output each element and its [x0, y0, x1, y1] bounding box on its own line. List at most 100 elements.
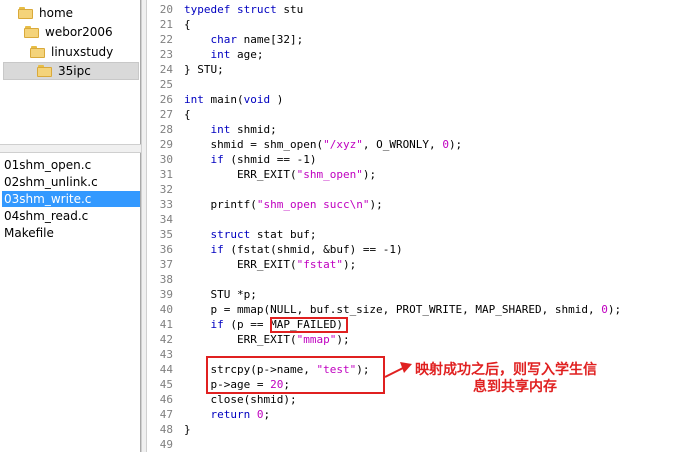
code-text: STU *p; [184, 288, 257, 301]
line-number: 26 [159, 93, 173, 106]
line-number: 24 [159, 63, 173, 76]
file-list-panel: 01shm_open.c 02shm_unlink.c 03shm_write.… [0, 153, 141, 452]
line-number: 28 [159, 123, 173, 136]
code-text: printf("shm_open succ\n"); [184, 198, 383, 211]
folder-label: home [39, 6, 74, 20]
code-line: 47 return 0; [147, 407, 694, 422]
folder-icon [30, 46, 45, 58]
highlight-box-map-failed [270, 317, 348, 333]
code-line: 42 ERR_EXIT("mmap"); [147, 332, 694, 347]
code-text: if (shmid == -1) [210, 153, 317, 166]
code-line: 31 ERR_EXIT("shm_open"); [147, 167, 694, 182]
code-line: 28 int shmid; [147, 122, 694, 137]
line-number: 46 [159, 393, 173, 406]
line-number: 21 [159, 18, 173, 31]
code-line: 29 shmid = shm_open("/xyz", O_WRONLY, 0)… [147, 137, 694, 152]
line-number: 32 [159, 183, 173, 196]
code-line: 38 [147, 272, 694, 287]
code-text: ERR_EXIT("mmap"); [184, 333, 350, 346]
code-text: typedef struct stu [184, 3, 304, 16]
code-line: 41 if (p == MAP_FAILED) [147, 317, 694, 332]
line-number: 30 [159, 153, 173, 166]
highlight-box-strcpy [206, 356, 385, 394]
code-line: 40 p = mmap(NULL, buf.st_size, PROT_WRIT… [147, 302, 694, 317]
folder-icon [37, 65, 52, 77]
code-line: 48} [147, 422, 694, 437]
annotation-callout: 映射成功之后，则写入学生信 息到共享内存 [415, 362, 645, 396]
code-text: shmid = shm_open("/xyz", O_WRONLY, 0); [184, 138, 463, 151]
folder-label: 35ipc [58, 64, 91, 78]
line-number: 43 [159, 348, 173, 361]
file-item[interactable]: 01shm_open.c [2, 157, 140, 173]
code-line: 21 { [147, 17, 694, 32]
line-number: 41 [159, 318, 173, 331]
file-item[interactable]: Makefile [2, 225, 140, 241]
folder-tree-item-35ipc[interactable]: 35ipc [3, 62, 139, 80]
line-number: 42 [159, 333, 173, 346]
folder-tree-item-home[interactable]: home [18, 4, 73, 22]
line-number: 22 [159, 33, 173, 46]
line-number: 31 [159, 168, 173, 181]
code-line: 37 ERR_EXIT("fstat"); [147, 257, 694, 272]
line-number: 47 [159, 408, 173, 421]
code-line: 25 [147, 77, 694, 92]
code-line: 32 [147, 182, 694, 197]
folder-tree-item-linuxstudy[interactable]: linuxstudy [30, 43, 113, 61]
code-line: 34 [147, 212, 694, 227]
folder-label: linuxstudy [51, 45, 114, 59]
line-number: 36 [159, 243, 173, 256]
code-line: 35 struct stat buf; [147, 227, 694, 242]
code-text: int shmid; [210, 123, 277, 136]
code-text: ERR_EXIT("shm_open"); [184, 168, 377, 181]
line-number: 34 [159, 213, 173, 226]
code-line: 36 if (fstat(shmid, &buf) == -1) [147, 242, 694, 257]
line-number: 45 [159, 378, 173, 391]
folder-icon [18, 7, 33, 19]
code-line: 33 printf("shm_open succ\n"); [147, 197, 694, 212]
code-text: int age; [210, 48, 264, 61]
code-text: if (fstat(shmid, &buf) == -1) [210, 243, 403, 256]
line-number: 39 [159, 288, 173, 301]
code-text: } STU; [184, 63, 224, 76]
folder-icon [24, 26, 39, 38]
line-number: 35 [159, 228, 173, 241]
code-text: p = mmap(NULL, buf.st_size, PROT_WRITE, … [184, 303, 622, 316]
file-item-selected[interactable]: 03shm_write.c [2, 191, 140, 207]
code-text: } [184, 423, 191, 436]
line-number: 37 [159, 258, 173, 271]
code-line: 49 [147, 437, 694, 452]
line-number: 25 [159, 78, 173, 91]
line-number: 33 [159, 198, 173, 211]
line-number: 27 [159, 108, 173, 121]
code-line: 27 { [147, 107, 694, 122]
line-number: 40 [159, 303, 173, 316]
panel-splitter-horizontal[interactable] [0, 144, 145, 153]
folder-tree-item-webor2006[interactable]: webor2006 [24, 23, 113, 41]
code-text: close(shmid); [184, 393, 297, 406]
file-item[interactable]: 02shm_unlink.c [2, 174, 140, 190]
code-line: 20 typedef struct stu [147, 2, 694, 17]
code-text: { [184, 108, 191, 121]
code-line: 39 STU *p; [147, 287, 694, 302]
code-text: struct stat buf; [210, 228, 317, 241]
line-number: 49 [159, 438, 173, 451]
code-line: 26 int main(void ) [147, 92, 694, 107]
code-line: 22 char name[32]; [147, 32, 694, 47]
line-number: 38 [159, 273, 173, 286]
code-text: char name[32]; [210, 33, 304, 46]
annotation-line-1: 映射成功之后，则写入学生信 [415, 362, 597, 378]
code-line: 30 if (shmid == -1) [147, 152, 694, 167]
line-number: 23 [159, 48, 173, 61]
code-text: ERR_EXIT("fstat"); [184, 258, 357, 271]
file-item[interactable]: 04shm_read.c [2, 208, 140, 224]
code-text: int main(void ) [184, 93, 284, 106]
line-number: 29 [159, 138, 173, 151]
code-text: return 0; [210, 408, 271, 421]
annotation-line-2: 息到共享内存 [473, 379, 557, 395]
line-number: 48 [159, 423, 173, 436]
code-line: 23 int age; [147, 47, 694, 62]
code-line: 24 } STU; [147, 62, 694, 77]
code-text: { [184, 18, 191, 31]
folder-label: webor2006 [45, 25, 113, 39]
line-number: 44 [159, 363, 173, 376]
